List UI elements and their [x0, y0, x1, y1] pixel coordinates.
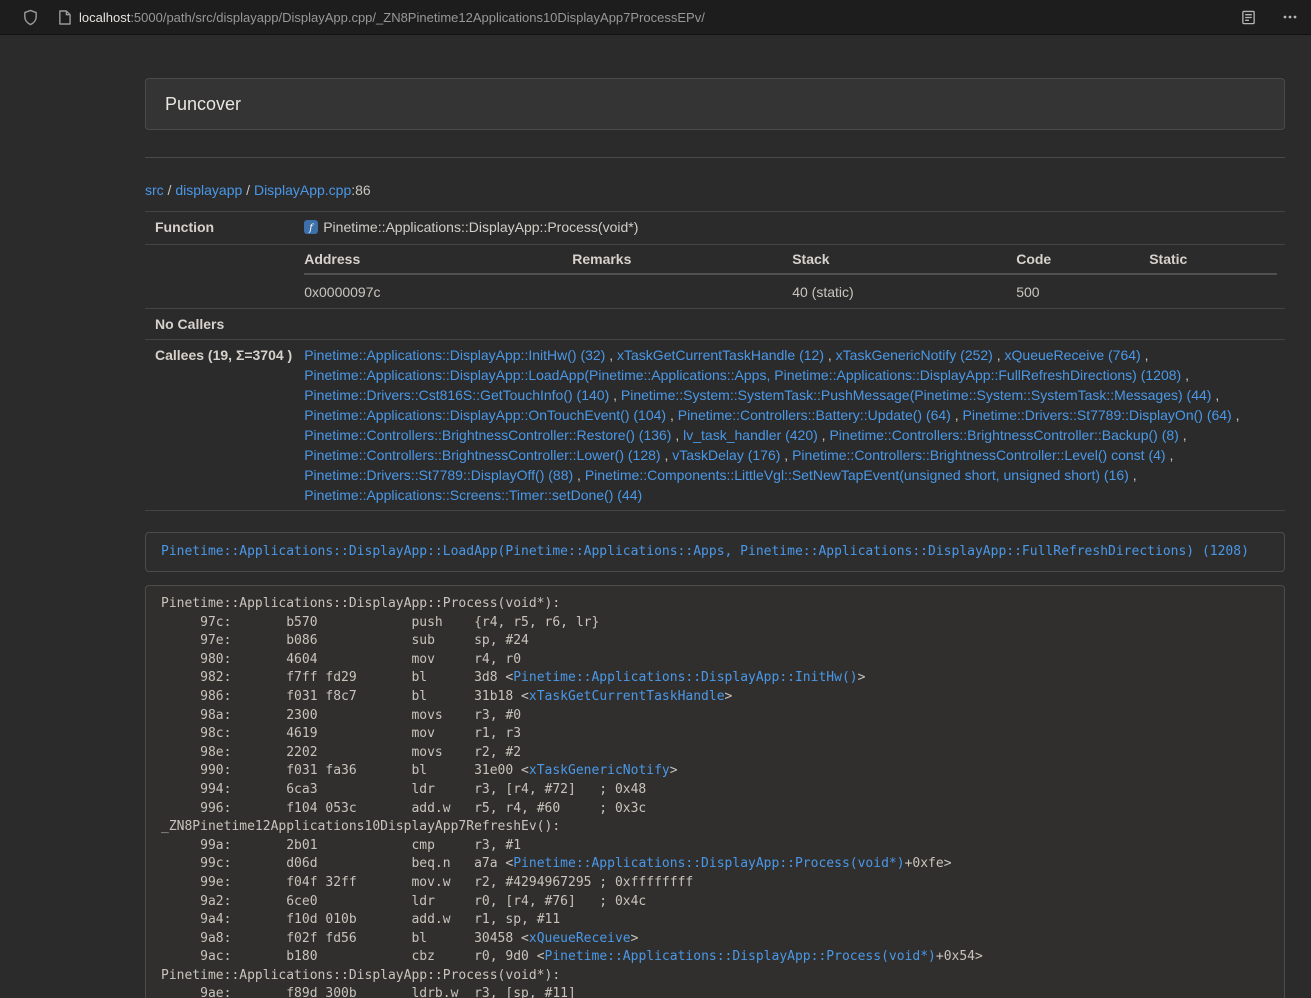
metrics-row: Address Remarks Stack Code Static 0x0000…: [145, 245, 1285, 309]
metrics-header-row: Address Remarks Stack Code Static: [304, 245, 1277, 274]
column-header-remarks: Remarks: [572, 245, 792, 274]
function-name-cell: f Pinetime::Applications::DisplayApp::Pr…: [296, 212, 1285, 245]
app-header: Puncover: [145, 78, 1285, 130]
symbol-link[interactable]: xQueueReceive: [529, 931, 631, 946]
column-header-address: Address: [304, 245, 572, 274]
breadcrumb-separator: /: [242, 182, 254, 198]
url-host: localhost: [79, 10, 130, 25]
code-value: 500: [1016, 274, 1149, 308]
callee-link[interactable]: Pinetime::Applications::DisplayApp::OnTo…: [304, 407, 666, 423]
stack-value: 40 (static): [792, 274, 1016, 308]
callee-link[interactable]: Pinetime::Applications::Screens::Timer::…: [304, 487, 642, 503]
metrics-table: Address Remarks Stack Code Static 0x0000…: [304, 245, 1277, 308]
app-title[interactable]: Puncover: [146, 94, 241, 115]
function-row: Function f Pinetime::Applications::Displ…: [145, 212, 1285, 245]
page-content: Puncover src / displayapp / DisplayApp.c…: [145, 78, 1285, 998]
symbol-link[interactable]: xTaskGetCurrentTaskHandle: [529, 689, 725, 704]
function-label: Function: [145, 212, 296, 245]
callees-label: Callees (19, Σ=3704 ): [145, 340, 296, 511]
callers-row: No Callers: [145, 309, 1285, 340]
callee-link[interactable]: Pinetime::Components::LittleVgl::SetNewT…: [585, 467, 1129, 483]
function-type-icon: f: [304, 219, 318, 239]
callee-link[interactable]: Pinetime::Controllers::BrightnessControl…: [304, 427, 671, 443]
url-text: localhost:5000/path/src/displayapp/Displ…: [79, 10, 705, 25]
symbol-link[interactable]: Pinetime::Applications::DisplayApp::Init…: [513, 670, 857, 685]
breadcrumb-separator: /: [164, 182, 176, 198]
callee-link[interactable]: xTaskGetCurrentTaskHandle (12): [617, 347, 824, 363]
callee-link[interactable]: xQueueReceive (764): [1005, 347, 1141, 363]
callees-row: Callees (19, Σ=3704 ) Pinetime::Applicat…: [145, 340, 1285, 511]
callee-link[interactable]: Pinetime::Controllers::Battery::Update()…: [678, 407, 951, 423]
callee-link[interactable]: Pinetime::Controllers::BrightnessControl…: [792, 447, 1165, 463]
callees-list: Pinetime::Applications::DisplayApp::Init…: [296, 340, 1285, 511]
selected-callee-box[interactable]: Pinetime::Applications::DisplayApp::Load…: [145, 532, 1285, 572]
callee-link[interactable]: Pinetime::Applications::DisplayApp::Init…: [304, 347, 605, 363]
callee-link[interactable]: Pinetime::Controllers::BrightnessControl…: [304, 447, 660, 463]
column-header-code: Code: [1016, 245, 1149, 274]
url-bar[interactable]: localhost:5000/path/src/displayapp/Displ…: [39, 10, 705, 25]
callee-link[interactable]: Pinetime::Drivers::St7789::DisplayOff() …: [304, 467, 573, 483]
security-shield-icon[interactable]: [22, 9, 39, 26]
function-name: Pinetime::Applications::DisplayApp::Proc…: [323, 219, 638, 235]
page-icon: [58, 10, 71, 25]
address-value: 0x0000097c: [304, 274, 572, 308]
callee-link[interactable]: Pinetime::Drivers::Cst816S::GetTouchInfo…: [304, 387, 609, 403]
callee-link[interactable]: lv_task_handler (420): [683, 427, 818, 443]
reader-view-icon[interactable]: [1241, 10, 1256, 25]
callee-link[interactable]: xTaskGenericNotify (252): [836, 347, 993, 363]
callee-link[interactable]: Pinetime::Applications::DisplayApp::Load…: [304, 367, 1181, 383]
symbol-link[interactable]: Pinetime::Applications::DisplayApp::Proc…: [545, 949, 936, 964]
symbol-table: Function f Pinetime::Applications::Displ…: [145, 211, 1285, 511]
callee-link[interactable]: Pinetime::Drivers::St7789::DisplayOn() (…: [963, 407, 1232, 423]
callee-link[interactable]: Pinetime::System::SystemTask::PushMessag…: [621, 387, 1212, 403]
symbol-link[interactable]: Pinetime::Applications::DisplayApp::Proc…: [513, 856, 904, 871]
column-header-stack: Stack: [792, 245, 1016, 274]
remarks-value: [572, 274, 792, 308]
metrics-value-row: 0x0000097c 40 (static) 500: [304, 274, 1277, 308]
symbol-link[interactable]: xTaskGenericNotify: [529, 763, 670, 778]
callee-link[interactable]: Pinetime::Controllers::BrightnessControl…: [829, 427, 1178, 443]
callee-link[interactable]: vTaskDelay (176): [672, 447, 780, 463]
browser-chrome: localhost:5000/path/src/displayapp/Displ…: [0, 0, 1311, 35]
breadcrumb-line-suffix: :86: [351, 182, 370, 198]
column-header-static: Static: [1149, 245, 1277, 274]
static-value: [1149, 274, 1277, 308]
disassembly: Pinetime::Applications::DisplayApp::Proc…: [145, 585, 1285, 998]
url-path: :5000/path/src/displayapp/DisplayApp.cpp…: [130, 10, 705, 25]
breadcrumb-link[interactable]: displayapp: [175, 182, 242, 198]
divider: [145, 157, 1285, 158]
breadcrumb-link[interactable]: DisplayApp.cpp: [254, 182, 351, 198]
breadcrumb: src / displayapp / DisplayApp.cpp:86: [145, 180, 1285, 200]
no-callers-label: No Callers: [145, 309, 296, 340]
menu-ellipsis-icon[interactable]: [1282, 9, 1298, 25]
breadcrumb-link[interactable]: src: [145, 182, 164, 198]
